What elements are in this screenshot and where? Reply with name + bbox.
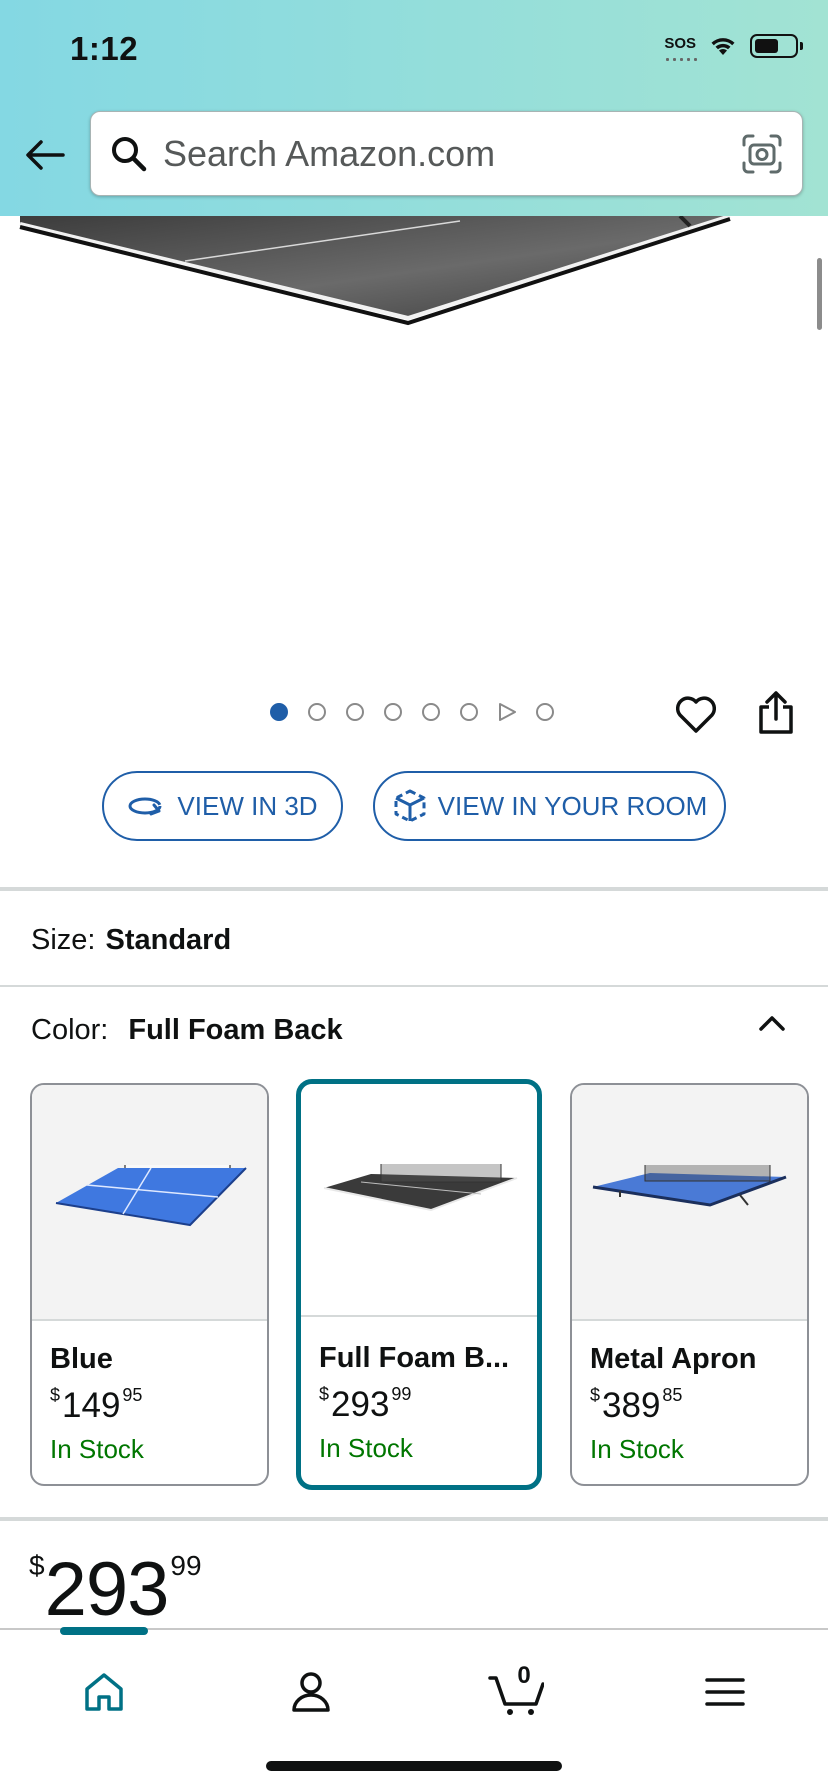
carousel-dot[interactable] <box>346 703 364 721</box>
price-currency: $ <box>29 1550 45 1581</box>
back-button[interactable] <box>22 132 68 178</box>
battery-icon <box>750 34 803 58</box>
menu-icon <box>705 1678 745 1706</box>
image-carousel-dots <box>270 703 554 721</box>
product-price: $29399 <box>29 1546 202 1633</box>
section-divider <box>0 887 828 891</box>
variant-stock-status: In Stock <box>319 1433 413 1463</box>
size-value: Standard <box>105 924 232 956</box>
color-value: Full Foam Back <box>128 1014 343 1046</box>
product-image[interactable] <box>0 214 828 676</box>
variant-stock-status: In Stock <box>50 1434 144 1464</box>
carousel-dot[interactable] <box>422 703 440 721</box>
search-bar[interactable] <box>90 111 803 196</box>
search-input[interactable] <box>163 112 723 195</box>
nav-cart[interactable]: 0 <box>486 1662 546 1722</box>
carousel-dot[interactable] <box>270 703 288 721</box>
color-label: Color: <box>31 1014 109 1046</box>
page-scrollbar[interactable] <box>817 258 822 330</box>
view-in-3d-label: VIEW IN 3D <box>177 790 318 821</box>
share-icon[interactable] <box>755 690 797 736</box>
active-tab-indicator <box>60 1627 148 1635</box>
table-thumbnail <box>323 1164 518 1212</box>
variant-thumbnail <box>301 1084 537 1317</box>
table-thumbnail <box>55 1165 247 1227</box>
variant-name: Full Foam B... <box>319 1342 510 1374</box>
carousel-dot[interactable] <box>536 703 554 721</box>
camera-search-icon[interactable] <box>740 132 784 176</box>
nav-menu[interactable] <box>695 1662 755 1722</box>
home-icon <box>85 1673 123 1711</box>
ar-cube-icon <box>394 789 426 823</box>
wifi-icon <box>711 38 735 55</box>
status-time: 1:12 <box>70 30 139 67</box>
header: 1:12 SOS <box>0 0 828 216</box>
price-fraction: 99 <box>170 1550 202 1581</box>
color-selector[interactable]: Color: Full Foam Back <box>31 1014 343 1047</box>
price-whole: 293 <box>44 1547 170 1632</box>
home-indicator[interactable] <box>266 1761 562 1771</box>
variant-price: $389 85 <box>590 1385 683 1425</box>
variant-thumbnail <box>572 1085 807 1321</box>
variant-price: $149 95 <box>50 1385 143 1425</box>
view-in-your-room-label: VIEW IN YOUR ROOM <box>437 790 708 821</box>
product-photo <box>19 214 731 326</box>
carousel-dot[interactable] <box>308 703 326 721</box>
play-icon <box>499 703 516 721</box>
rotate-3d-icon <box>128 797 162 816</box>
cart-count: 0 <box>517 1662 531 1689</box>
heart-icon[interactable] <box>674 692 718 736</box>
variant-name: Blue <box>50 1343 113 1375</box>
section-divider <box>0 1517 828 1521</box>
search-icon <box>112 137 147 172</box>
section-divider <box>0 985 828 987</box>
chevron-up-icon[interactable] <box>756 1008 788 1040</box>
variant-card-blue[interactable]: Blue $149 95 In Stock <box>30 1083 269 1486</box>
variant-thumbnail <box>32 1085 267 1321</box>
variant-card-metal-apron[interactable]: Metal Apron $389 85 In Stock <box>570 1083 809 1486</box>
variant-stock-status: In Stock <box>590 1434 684 1464</box>
size-selector[interactable]: Size: Standard <box>31 924 231 957</box>
carousel-dot[interactable] <box>384 703 402 721</box>
status-icons: SOS <box>664 34 803 61</box>
sos-indicator: SOS <box>664 35 699 61</box>
view-in-3d-button[interactable]: VIEW IN 3D <box>102 771 343 841</box>
carousel-video-dot[interactable] <box>498 703 516 721</box>
nav-home[interactable] <box>74 1662 134 1722</box>
account-icon <box>292 1672 330 1712</box>
variant-price: $293 99 <box>319 1384 412 1424</box>
variant-card-full-foam-back[interactable]: Full Foam B... $293 99 In Stock <box>296 1079 542 1490</box>
size-label: Size: <box>31 924 96 956</box>
carousel-dot[interactable] <box>460 703 478 721</box>
view-in-your-room-button[interactable]: VIEW IN YOUR ROOM <box>373 771 726 841</box>
variant-name: Metal Apron <box>590 1343 757 1375</box>
back-arrow-icon <box>26 140 65 170</box>
nav-account[interactable] <box>281 1662 341 1722</box>
table-thumbnail <box>592 1165 787 1207</box>
